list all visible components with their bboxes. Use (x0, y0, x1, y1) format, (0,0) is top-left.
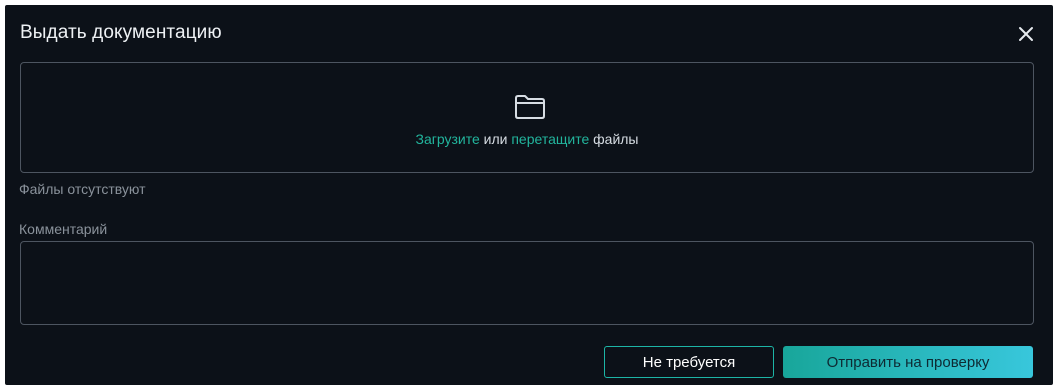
not-required-button[interactable]: Не требуется (604, 346, 774, 378)
comment-field[interactable] (20, 241, 1034, 325)
drag-link[interactable]: перетащите (511, 131, 589, 147)
issue-documentation-dialog: Выдать документацию Загрузите или перета… (5, 5, 1053, 385)
comment-label: Комментарий (19, 221, 108, 237)
close-button[interactable] (1015, 23, 1037, 45)
dropzone-or-text: или (479, 131, 512, 147)
dialog-title: Выдать документацию (20, 22, 222, 43)
dropzone-instructions: Загрузите или перетащите файлы (21, 131, 1033, 147)
close-icon (1019, 27, 1033, 41)
file-dropzone[interactable]: Загрузите или перетащите файлы (20, 62, 1034, 173)
submit-for-review-button[interactable]: Отправить на проверку (783, 346, 1033, 378)
upload-link[interactable]: Загрузите (415, 131, 479, 147)
folder-icon (515, 95, 545, 119)
dropzone-files-text: файлы (589, 131, 639, 147)
files-status: Файлы отсутствуют (19, 181, 146, 197)
